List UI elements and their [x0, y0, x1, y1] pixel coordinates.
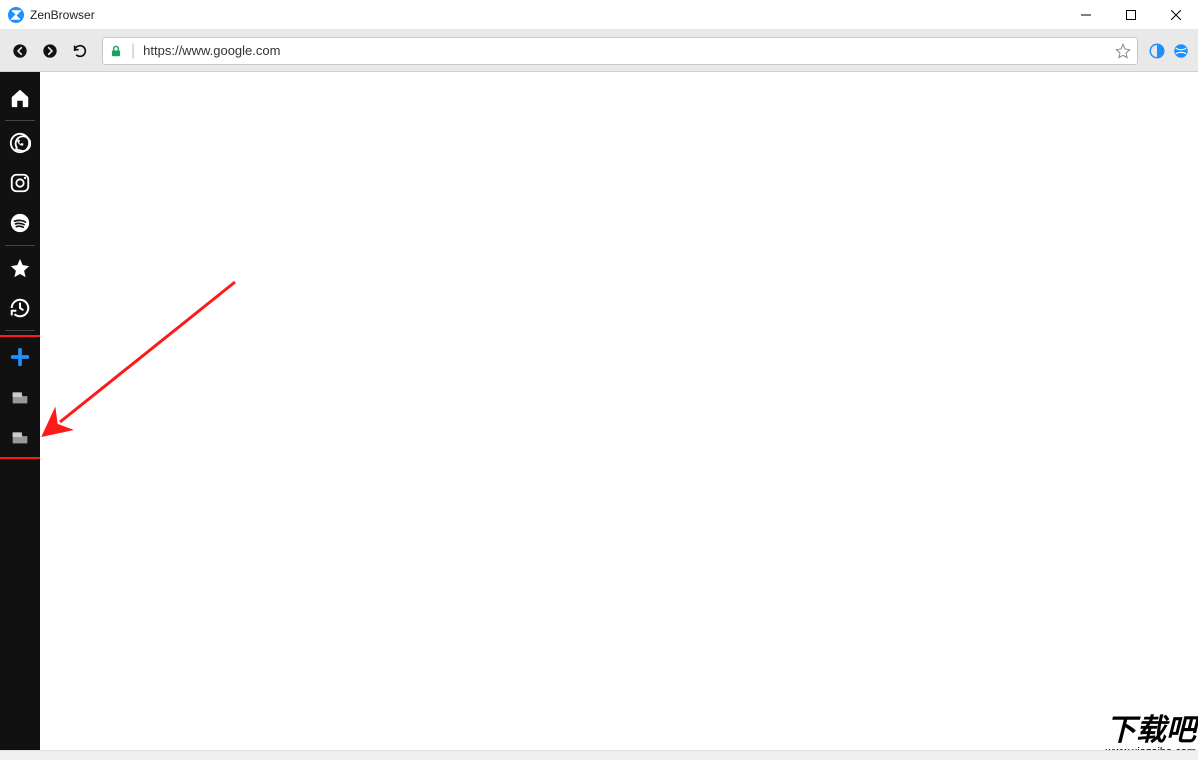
lock-icon	[109, 44, 123, 58]
horizontal-scrollbar[interactable]	[0, 750, 1198, 760]
sidebar-divider	[5, 245, 35, 246]
maximize-button[interactable]	[1108, 0, 1153, 30]
browser-toolbar: |	[0, 30, 1198, 72]
window-titlebar: ZenBrowser	[0, 0, 1198, 30]
sidebar-instagram[interactable]	[0, 163, 40, 203]
minimize-button[interactable]	[1063, 0, 1108, 30]
window-title: ZenBrowser	[30, 8, 95, 22]
sidebar-bookmarks[interactable]	[0, 248, 40, 288]
page-content: 下载吧 www.xiazaiba.com	[40, 72, 1198, 760]
toolbar-right-icons	[1146, 40, 1192, 62]
address-separator: |	[131, 42, 135, 60]
shield-icon[interactable]	[1146, 40, 1168, 62]
sidebar-spotify[interactable]	[0, 203, 40, 243]
sidebar-whatsapp[interactable]	[0, 123, 40, 163]
window-controls	[1063, 0, 1198, 30]
app-icon	[8, 7, 24, 23]
globe-icon[interactable]	[1170, 40, 1192, 62]
address-bar[interactable]: |	[102, 37, 1138, 65]
sidebar-divider	[5, 120, 35, 121]
sidebar-history[interactable]	[0, 288, 40, 328]
sidebar	[0, 72, 40, 760]
sidebar-tab-2[interactable]	[0, 417, 40, 457]
bookmark-star-icon[interactable]	[1115, 43, 1131, 59]
url-input[interactable]	[143, 38, 1107, 64]
reload-button[interactable]	[66, 37, 94, 65]
close-button[interactable]	[1153, 0, 1198, 30]
back-button[interactable]	[6, 37, 34, 65]
sidebar-tab-1[interactable]	[0, 377, 40, 417]
sidebar-new-tab[interactable]	[0, 337, 40, 377]
sidebar-tabs-highlight	[0, 335, 42, 459]
forward-button[interactable]	[36, 37, 64, 65]
watermark-text: 下载吧	[1106, 716, 1196, 746]
annotation-arrow	[40, 72, 300, 492]
sidebar-divider	[5, 330, 35, 331]
sidebar-home[interactable]	[0, 78, 40, 118]
